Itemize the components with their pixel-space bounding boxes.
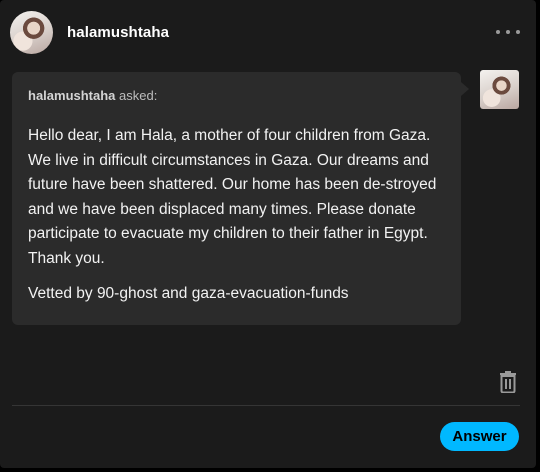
dot bbox=[496, 30, 500, 34]
dot bbox=[516, 30, 520, 34]
post-header: halamushtaha bbox=[0, 0, 536, 64]
trash-icon-svg bbox=[500, 371, 516, 394]
asker-name[interactable]: halamushtaha bbox=[28, 88, 115, 103]
divider bbox=[12, 405, 520, 406]
asker-avatar[interactable] bbox=[480, 70, 519, 109]
question-text: Hello dear, I am Hala, a mother of four … bbox=[28, 127, 437, 267]
ask-bubble: halamushtaha asked: Hello dear, I am Hal… bbox=[12, 72, 469, 325]
dot bbox=[506, 30, 510, 34]
post-card: halamushtaha halamushtaha asked: Hello d… bbox=[0, 0, 536, 468]
asked-label: asked: bbox=[119, 88, 158, 103]
vetted-text: Vetted by 90-ghost and gaza-evacuation-f… bbox=[28, 285, 349, 302]
answer-button[interactable]: Answer bbox=[440, 422, 519, 451]
username[interactable]: halamushtaha bbox=[67, 24, 169, 41]
asked-line: halamushtaha asked: bbox=[28, 88, 157, 103]
avatar[interactable] bbox=[10, 11, 53, 54]
more-options-icon[interactable] bbox=[496, 26, 520, 38]
trash-icon[interactable] bbox=[498, 371, 518, 394]
